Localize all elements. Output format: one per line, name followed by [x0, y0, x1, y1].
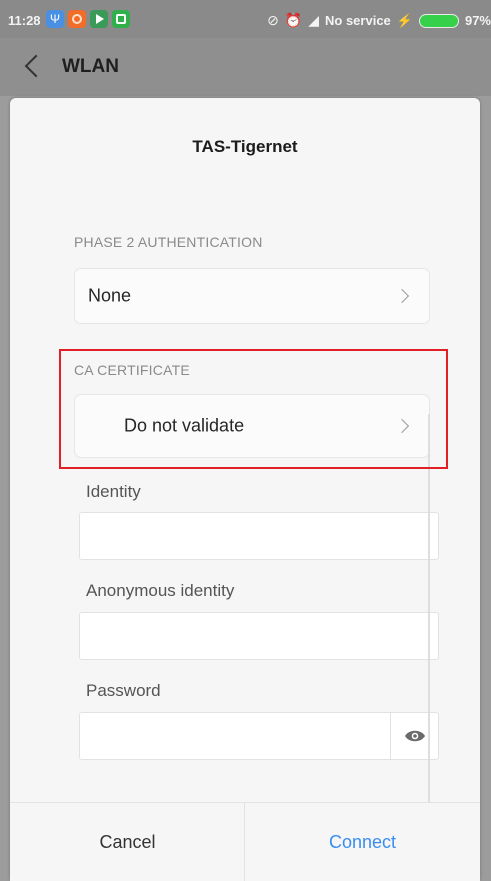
cancel-button[interactable]: Cancel	[10, 803, 245, 881]
app-notification-icon-green	[112, 10, 130, 28]
page-title: WLAN	[62, 56, 119, 77]
password-label: Password	[86, 681, 161, 700]
chevron-right-icon	[394, 418, 410, 434]
phase2-value: None	[88, 285, 132, 306]
identity-label: Identity	[86, 482, 141, 501]
dialog-title: TAS-Tigernet	[192, 137, 298, 156]
phase2-label: PHASE 2 AUTHENTICATION	[74, 234, 263, 250]
phase2-selector[interactable]: None	[74, 268, 430, 324]
password-field[interactable]	[79, 712, 439, 760]
signal-icon: ◢	[308, 12, 320, 28]
app-notification-icon	[68, 10, 86, 28]
chevron-right-icon	[394, 288, 410, 304]
ca-certificate-label: CA CERTIFICATE	[74, 362, 190, 378]
anonymous-identity-label: Anonymous identity	[86, 581, 235, 600]
eye-icon	[404, 730, 425, 742]
scrollbar[interactable]	[428, 414, 430, 804]
ca-certificate-value: Do not validate	[124, 415, 245, 436]
alarm-icon: ⏰	[284, 12, 303, 28]
network-status: No service	[325, 13, 391, 28]
charging-icon: ⚡	[396, 12, 413, 28]
show-password-button[interactable]	[390, 713, 438, 759]
status-bar: 11:28 Ψ ⊘ ⏰ ◢ No service ⚡ 97%	[0, 0, 491, 38]
usb-icon: Ψ	[46, 10, 64, 28]
ca-certificate-selector[interactable]: Do not validate	[74, 394, 430, 458]
mute-icon: ⊘	[267, 12, 279, 28]
dialog-footer: Cancel Connect	[10, 802, 480, 881]
wifi-config-dialog: TAS-Tigernet PHASE 2 AUTHENTICATION None…	[10, 98, 480, 880]
connect-button[interactable]: Connect	[244, 803, 480, 881]
back-icon[interactable]	[24, 54, 48, 78]
app-header: WLAN	[0, 38, 491, 96]
anonymous-identity-field[interactable]	[79, 612, 439, 660]
identity-field[interactable]	[79, 512, 439, 560]
battery-percent: 97%	[464, 13, 491, 28]
play-store-icon	[90, 10, 108, 28]
status-time: 11:28	[8, 13, 41, 28]
battery-icon	[418, 13, 459, 28]
